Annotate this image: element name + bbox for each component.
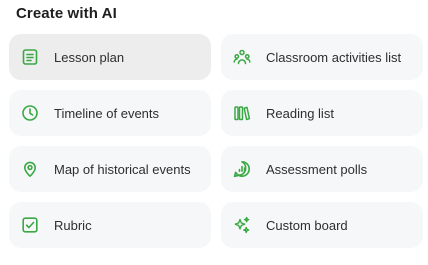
template-grid: Lesson plan Classroom activities list Ti…	[9, 34, 423, 248]
card-custom-board[interactable]: Custom board	[221, 202, 423, 248]
sparkles-icon	[233, 216, 251, 234]
card-assessment-polls[interactable]: Assessment polls	[221, 146, 423, 192]
card-timeline-of-events[interactable]: Timeline of events	[9, 90, 211, 136]
card-label: Timeline of events	[54, 105, 160, 121]
card-label: Classroom activities list	[266, 49, 402, 65]
card-label: Assessment polls	[266, 161, 368, 177]
card-label: Lesson plan	[54, 49, 125, 65]
card-rubric[interactable]: Rubric	[9, 202, 211, 248]
card-lesson-plan[interactable]: Lesson plan	[9, 34, 211, 80]
poll-chart-icon	[233, 160, 251, 178]
checkbox-icon	[21, 216, 39, 234]
card-reading-list[interactable]: Reading list	[221, 90, 423, 136]
document-lines-icon	[21, 48, 39, 66]
card-label: Reading list	[266, 105, 334, 121]
card-label: Custom board	[266, 217, 348, 233]
clock-icon	[21, 104, 39, 122]
card-map-of-historical-events[interactable]: Map of historical events	[9, 146, 211, 192]
people-group-icon	[233, 48, 251, 66]
card-label: Map of historical events	[54, 161, 191, 177]
card-classroom-activities-list[interactable]: Classroom activities list	[221, 34, 423, 80]
card-label: Rubric	[54, 217, 92, 233]
panel-title: Create with AI	[16, 5, 117, 22]
create-with-ai-panel: Create with AI Lesson plan Classroom act…	[0, 0, 428, 265]
books-icon	[233, 104, 251, 122]
map-pin-icon	[21, 160, 39, 178]
